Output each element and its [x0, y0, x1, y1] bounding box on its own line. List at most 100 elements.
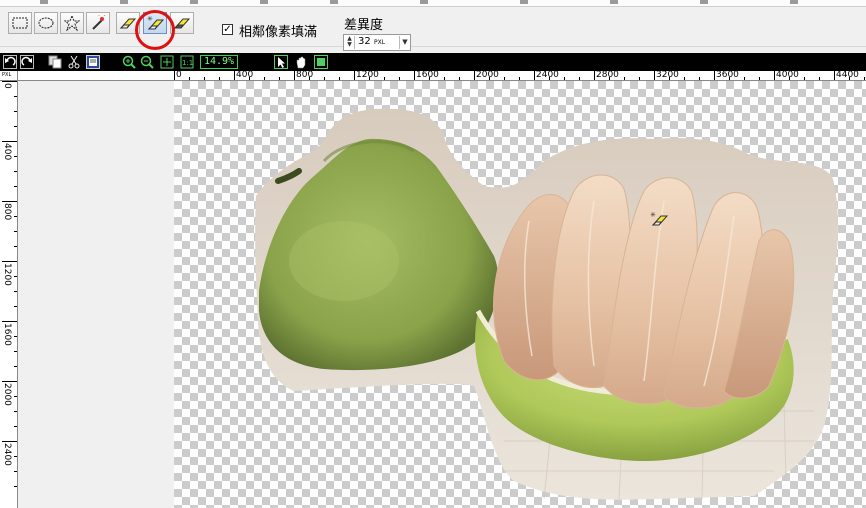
background-eraser-button[interactable]	[170, 12, 194, 34]
ruler-minor-tick	[684, 77, 685, 80]
background-eraser-icon	[173, 18, 191, 29]
tolerance-label: 差異度	[344, 18, 384, 33]
magic-eraser-button[interactable]: ✳	[143, 12, 167, 34]
rect-select-button[interactable]	[8, 12, 32, 34]
ruler-minor-tick	[804, 77, 805, 80]
cut-icon[interactable]	[67, 55, 81, 69]
ruler-minor-tick	[204, 77, 205, 80]
ruler-minor-tick	[14, 111, 17, 112]
ruler-label: 1200	[2, 263, 12, 286]
eraser-button[interactable]	[116, 12, 140, 34]
image-canvas[interactable]: ✳	[174, 81, 866, 508]
ruler-tick	[534, 71, 535, 80]
menu-bar-remnant	[0, 0, 866, 7]
ruler-minor-tick	[14, 336, 17, 337]
ruler-label: 2400	[536, 71, 559, 80]
eraser-icon	[119, 18, 137, 29]
ruler-minor-tick	[14, 486, 17, 487]
ruler-minor-tick	[219, 77, 220, 80]
paste-icon[interactable]	[86, 55, 100, 69]
svg-text:1:1: 1:1	[182, 59, 193, 67]
ruler-minor-tick	[564, 77, 565, 80]
copy-icon[interactable]	[48, 55, 62, 69]
undo-icon[interactable]	[3, 55, 17, 69]
ruler-minor-tick	[519, 77, 520, 80]
zoom-level: 14.9%	[200, 55, 238, 69]
zoom-in-icon[interactable]	[122, 55, 136, 69]
ruler-tick	[834, 71, 835, 80]
ruler-minor-tick	[639, 77, 640, 80]
ruler-minor-tick	[14, 456, 17, 457]
ruler-minor-tick	[14, 366, 17, 367]
selection-toolbar: ✳ ✓ 相鄰像素填滿 差異度 ▲ ▼ 32 PXL ▼	[0, 7, 866, 51]
magic-eraser-icon: ✳	[147, 15, 164, 30]
ruler-tick	[2, 201, 17, 202]
select-area-icon[interactable]	[314, 55, 328, 69]
ellipse-select-icon	[38, 17, 54, 29]
ruler-label: 1600	[2, 323, 12, 346]
pomelo-photo	[255, 108, 838, 500]
actual-size-icon[interactable]: 1:1	[180, 55, 194, 69]
ruler-minor-tick	[14, 426, 17, 427]
ruler-minor-tick	[14, 156, 17, 157]
zoom-out-icon[interactable]	[140, 55, 154, 69]
ruler-label: 2000	[476, 71, 499, 80]
ruler-label: 0	[176, 71, 182, 80]
ruler-tick	[2, 381, 17, 382]
lasso-select-button[interactable]	[60, 12, 84, 34]
ruler-label: 0	[2, 83, 12, 89]
ruler-minor-tick	[14, 216, 17, 217]
ruler-corner: PXL	[0, 71, 18, 81]
ruler-minor-tick	[504, 77, 505, 80]
ruler-minor-tick	[14, 471, 17, 472]
ruler-tick	[774, 71, 775, 80]
spin-down-icon[interactable]: ▼	[345, 42, 354, 48]
chevron-down-icon[interactable]: ▼	[399, 36, 410, 49]
tolerance-spinner[interactable]: ▲ ▼ 32 PXL ▼	[343, 34, 411, 51]
hand-icon[interactable]	[294, 55, 308, 69]
ruler-tick	[654, 71, 655, 80]
ruler-minor-tick	[14, 396, 17, 397]
ruler-minor-tick	[324, 77, 325, 80]
horizontal-ruler: 0 400 800 1200 1600 2000 2400 2800 3200 3600 4000 4…	[18, 71, 866, 81]
ruler-minor-tick	[14, 246, 17, 247]
ruler-minor-tick	[14, 186, 17, 187]
ruler-minor-tick	[699, 77, 700, 80]
ruler-minor-tick	[444, 77, 445, 80]
svg-text:✳: ✳	[147, 15, 153, 23]
ruler-label: 4400	[836, 71, 859, 80]
ruler-tick	[174, 71, 175, 80]
ruler-tick	[714, 71, 715, 80]
ruler-minor-tick	[14, 276, 17, 277]
fit-to-window-icon[interactable]	[160, 55, 174, 69]
ellipse-select-button[interactable]	[34, 12, 58, 34]
magic-wand-button[interactable]	[86, 12, 110, 34]
ruler-minor-tick	[744, 77, 745, 80]
ruler-minor-tick	[864, 77, 865, 80]
pointer-icon[interactable]	[274, 55, 288, 69]
spin-arrows[interactable]: ▲ ▼	[345, 36, 355, 49]
ruler-tick	[2, 441, 17, 442]
ruler-label: 800	[296, 71, 314, 80]
rect-select-icon	[12, 17, 28, 29]
ruler-label: 3600	[716, 71, 739, 80]
ruler-minor-tick	[14, 171, 17, 172]
ruler-minor-tick	[264, 77, 265, 80]
ruler-tick	[234, 71, 235, 80]
ruler-minor-tick	[14, 126, 17, 127]
redo-icon[interactable]	[20, 55, 34, 69]
ruler-minor-tick	[189, 77, 190, 80]
view-toolbar: 1:1 14.9%	[0, 53, 866, 71]
ruler-tick	[594, 71, 595, 80]
ruler-tick	[2, 261, 17, 262]
workspace: ✳	[18, 81, 866, 508]
lasso-icon	[64, 15, 80, 31]
ruler-minor-tick	[459, 77, 460, 80]
ruler-minor-tick	[14, 411, 17, 412]
ruler-label: 3200	[656, 71, 679, 80]
ruler-tick	[294, 71, 295, 80]
fill-adjacent-checkbox[interactable]: ✓	[222, 24, 233, 35]
ruler-minor-tick	[759, 77, 760, 80]
svg-text:✳: ✳	[650, 211, 656, 219]
ruler-label: 800	[2, 203, 12, 221]
